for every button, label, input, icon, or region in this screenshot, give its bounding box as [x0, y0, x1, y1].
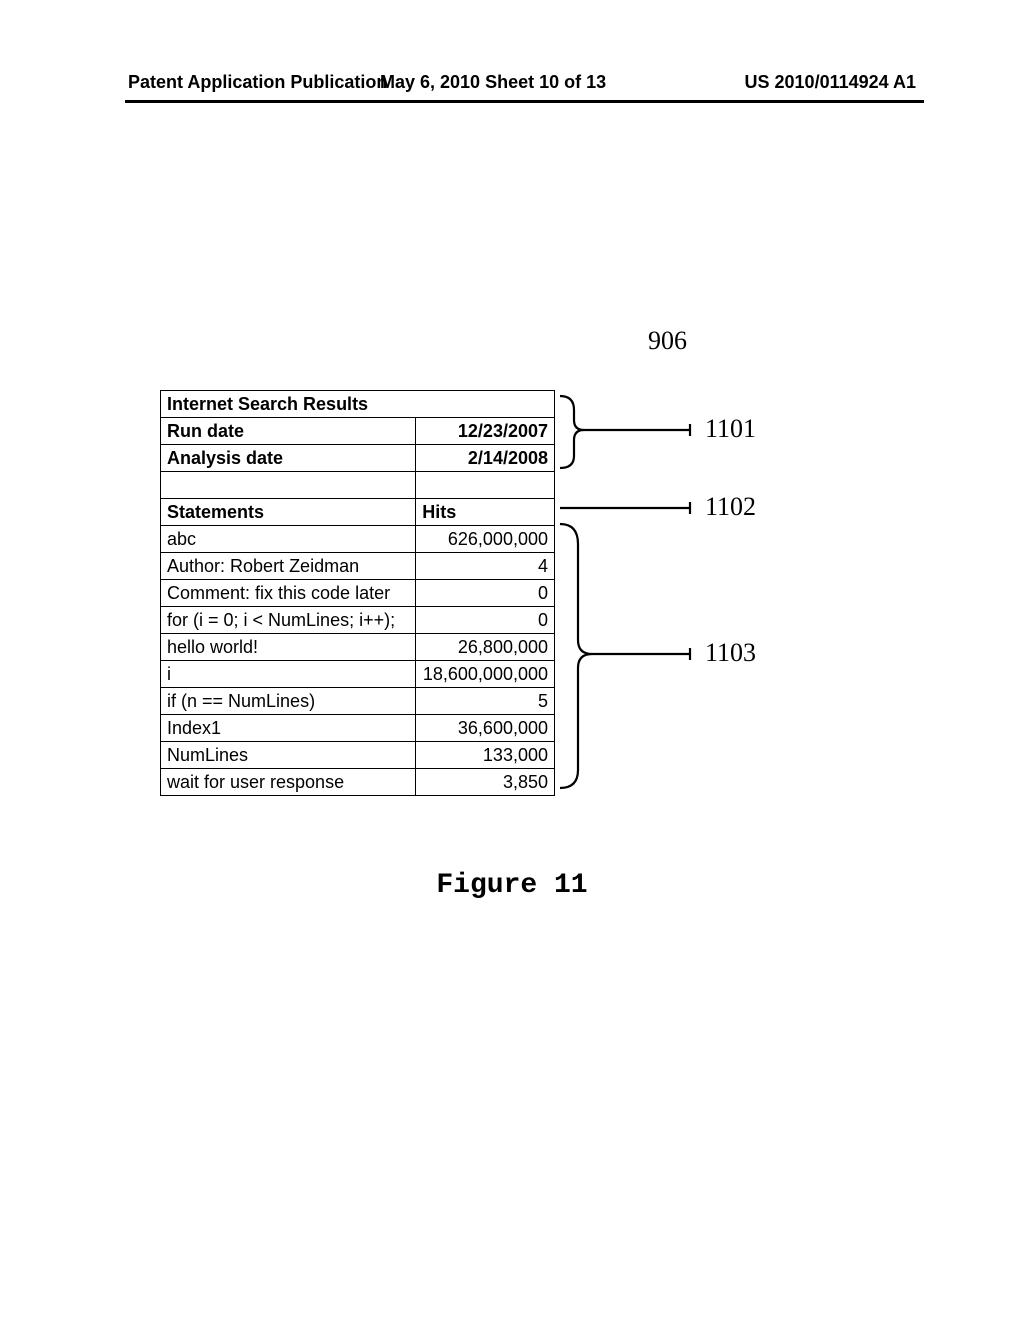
run-date-value: 12/23/2007: [416, 418, 555, 445]
ref-1103: 1103: [705, 638, 756, 668]
col-hits: Hits: [416, 499, 555, 526]
header-publication: Patent Application Publication: [128, 72, 387, 93]
stmt-cell: i: [161, 661, 416, 688]
stmt-cell: Comment: fix this code later: [161, 580, 416, 607]
table-row: NumLines133,000: [161, 742, 555, 769]
col-statements: Statements: [161, 499, 416, 526]
hits-cell: 26,800,000: [416, 634, 555, 661]
table-row: for (i = 0; i < NumLines; i++);0: [161, 607, 555, 634]
table-row: if (n == NumLines)5: [161, 688, 555, 715]
figure-11: Internet Search Results Run date 12/23/2…: [160, 390, 880, 796]
run-date-label: Run date: [161, 418, 416, 445]
table-row: abc626,000,000: [161, 526, 555, 553]
stmt-cell: wait for user response: [161, 769, 416, 796]
stmt-cell: abc: [161, 526, 416, 553]
hits-cell: 133,000: [416, 742, 555, 769]
stmt-cell: hello world!: [161, 634, 416, 661]
analysis-date-value: 2/14/2008: [416, 445, 555, 472]
spacer-cell: [161, 472, 416, 499]
table-row: Author: Robert Zeidman4: [161, 553, 555, 580]
table-row: Comment: fix this code later0: [161, 580, 555, 607]
table-row: wait for user response3,850: [161, 769, 555, 796]
ref-1101: 1101: [705, 414, 756, 444]
ref-906: 906: [648, 326, 687, 356]
header-rule: [125, 100, 924, 103]
hits-cell: 5: [416, 688, 555, 715]
stmt-cell: Author: Robert Zeidman: [161, 553, 416, 580]
header-docnumber: US 2010/0114924 A1: [745, 72, 916, 93]
page: Patent Application Publication May 6, 20…: [0, 0, 1024, 1320]
table-title: Internet Search Results: [161, 391, 555, 418]
table-row: i18,600,000,000: [161, 661, 555, 688]
figure-caption: Figure 11: [0, 870, 1024, 901]
spacer-cell: [416, 472, 555, 499]
hits-cell: 626,000,000: [416, 526, 555, 553]
hits-cell: 0: [416, 607, 555, 634]
ref-1102: 1102: [705, 492, 756, 522]
stmt-cell: NumLines: [161, 742, 416, 769]
search-results-table: Internet Search Results Run date 12/23/2…: [160, 390, 555, 796]
hits-cell: 36,600,000: [416, 715, 555, 742]
hits-cell: 3,850: [416, 769, 555, 796]
stmt-cell: if (n == NumLines): [161, 688, 416, 715]
stmt-cell: Index1: [161, 715, 416, 742]
hits-cell: 4: [416, 553, 555, 580]
analysis-date-label: Analysis date: [161, 445, 416, 472]
table-row: Index136,600,000: [161, 715, 555, 742]
header-date-sheet: May 6, 2010 Sheet 10 of 13: [380, 72, 606, 93]
hits-cell: 18,600,000,000: [416, 661, 555, 688]
table-row: hello world!26,800,000: [161, 634, 555, 661]
stmt-cell: for (i = 0; i < NumLines; i++);: [161, 607, 416, 634]
hits-cell: 0: [416, 580, 555, 607]
